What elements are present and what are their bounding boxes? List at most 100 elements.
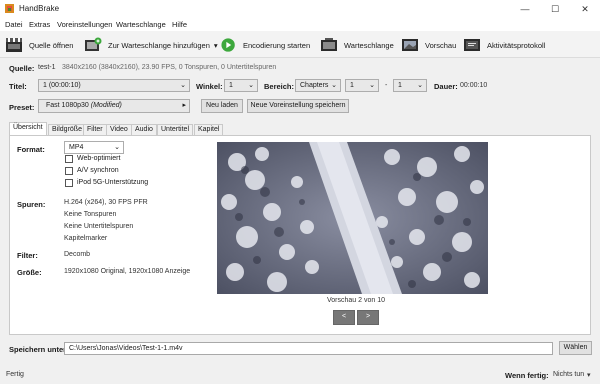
source-details: 3840x2160 (3840x2160), 23.90 FPS, 0 Tons… [62, 64, 277, 71]
angle-select-value: 1 [229, 82, 233, 89]
menu-voreinstellungen[interactable]: Voreinstellungen [57, 20, 112, 29]
preview-image [217, 142, 488, 294]
format-select[interactable]: MP4 ⌄ [64, 141, 124, 154]
title-select-value: 1 (00:00:10) [43, 82, 81, 89]
status-text: Fertig [6, 371, 24, 378]
range-end-select[interactable]: 1 ⌄ [393, 79, 427, 92]
preview-button[interactable]: Vorschau [401, 35, 456, 55]
track-subtitles: Keine Untertitelspuren [64, 223, 134, 230]
handbrake-logo-icon [4, 3, 15, 14]
add-to-queue-button[interactable]: Zur Warteschlange hinzufügen ▾ [84, 35, 218, 55]
add-queue-dropdown-icon[interactable]: ▾ [214, 41, 218, 50]
menu-warteschlange[interactable]: Warteschlange [116, 20, 166, 29]
queue-button[interactable]: Warteschlange [320, 35, 394, 55]
destination-path-input[interactable]: C:\Users\Jonas\Videos\Test-1-1.m4v [64, 342, 553, 355]
track-audio: Keine Tonspuren [64, 211, 117, 218]
tab-audio[interactable]: Audio [131, 124, 157, 135]
title-label: Titel: [9, 82, 27, 91]
preview-label: Vorschau [425, 40, 457, 50]
duration-label: Dauer: [434, 82, 458, 91]
menu-datei[interactable]: Datei [5, 20, 23, 29]
chevron-right-icon: ▸ [182, 102, 186, 109]
filter-label: Filter: [17, 251, 38, 260]
preview-caption: Vorschau 2 von 10 [327, 297, 385, 304]
save-as-label: Speichern unter: [9, 345, 69, 354]
range-start-value: 1 [350, 82, 354, 89]
status-bar: Fertig Wenn fertig: Nichts tun ▾ [0, 366, 600, 384]
menu-bar: Datei Extras Voreinstellungen Warteschla… [0, 18, 600, 31]
menu-extras[interactable]: Extras [29, 20, 50, 29]
browse-button[interactable]: Wählen [559, 341, 592, 355]
duration-value: 00:00:10 [460, 82, 488, 89]
start-encode-button[interactable]: Encodierung starten [221, 35, 310, 55]
queue-icon [321, 38, 337, 51]
ipod-support-label: iPod 5G-Unterstützung [77, 179, 149, 186]
close-button[interactable]: ✕ [570, 0, 600, 18]
range-type-value: Chapters [300, 82, 329, 89]
reload-preset-button[interactable]: Neu laden [201, 99, 243, 113]
angle-select[interactable]: 1 ⌄ [224, 79, 258, 92]
range-start-select[interactable]: 1 ⌄ [345, 79, 379, 92]
activity-log-label: Aktivitätsprotokoll [487, 40, 546, 50]
add-to-queue-label: Zur Warteschlange hinzufügen [108, 40, 210, 50]
title-select[interactable]: 1 (00:00:10) ⌄ [38, 79, 190, 92]
web-optimized-label: Web-optimiert [77, 155, 121, 162]
range-end-value: 1 [398, 82, 402, 89]
range-label: Bereich: [264, 82, 295, 91]
save-new-preset-button[interactable]: Neue Voreinstellung speichern [247, 99, 349, 113]
tab-filters[interactable]: Filter [83, 124, 107, 135]
open-source-label: Quelle öffnen [29, 40, 74, 50]
maximize-button[interactable]: ☐ [540, 0, 570, 18]
tab-chapters[interactable]: Kapitel [194, 124, 224, 135]
chevron-down-icon: ⌄ [331, 82, 337, 89]
when-done-value[interactable]: Nichts tun [553, 371, 584, 378]
play-icon [221, 38, 235, 52]
tab-summary[interactable]: Übersicht [9, 122, 47, 136]
preset-selector[interactable]: Fast 1080p30 (Modified) ▸ [38, 99, 190, 113]
range-separator: - [385, 82, 388, 89]
size-value: 1920x1080 Original, 1920x1080 Anzeige [64, 268, 191, 275]
tab-video[interactable]: Video [106, 124, 132, 135]
tracks-label: Spuren: [17, 200, 46, 209]
preset-modified: (Modified) [90, 102, 122, 109]
toolbar: Quelle öffnen Zur Warteschlange hinzufüg… [0, 31, 600, 58]
previous-preview-button[interactable]: < [333, 310, 355, 325]
next-preview-button[interactable]: > [357, 310, 379, 325]
range-type-select[interactable]: Chapters ⌄ [295, 79, 341, 92]
preview-icon [402, 39, 418, 51]
size-label: Größe: [17, 268, 42, 277]
angle-label: Winkel: [196, 82, 223, 91]
window-title: HandBrake [19, 4, 60, 13]
activity-log-button[interactable]: Aktivitätsprotokoll [463, 35, 545, 55]
chevron-down-icon: ⌄ [369, 82, 375, 89]
track-chapters: Kapitelmarker [64, 235, 108, 242]
chevron-down-icon: ⌄ [114, 144, 120, 151]
title-bar: HandBrake — ☐ ✕ [0, 0, 600, 18]
menu-hilfe[interactable]: Hilfe [172, 20, 187, 29]
source-label: Quelle: [9, 64, 35, 73]
add-queue-icon [85, 37, 102, 51]
chevron-down-icon: ⌄ [417, 82, 423, 89]
web-optimized-checkbox[interactable] [65, 155, 73, 163]
open-source-button[interactable]: Quelle öffnen [5, 35, 73, 55]
tab-dimensions[interactable]: Bildgröße [48, 124, 86, 135]
start-encode-label: Encodierung starten [243, 40, 311, 50]
film-clapper-icon [6, 38, 22, 52]
source-name: test-1 [38, 64, 56, 71]
track-video: H.264 (x264), 30 FPS PFR [64, 199, 148, 206]
filter-value: Decomb [64, 251, 91, 258]
chevron-down-icon: ⌄ [180, 82, 186, 89]
ipod-support-checkbox[interactable] [65, 179, 73, 187]
format-label: Format: [17, 145, 45, 154]
preset-name: Fast 1080p30 [46, 102, 89, 109]
minimize-button[interactable]: — [510, 0, 540, 18]
av-sync-label: A/V synchron [77, 167, 119, 174]
when-done-dropdown-icon[interactable]: ▾ [587, 371, 591, 379]
when-done-label: Wenn fertig: [505, 371, 549, 380]
preset-label: Preset: [9, 103, 35, 112]
tab-subtitles[interactable]: Untertitel [157, 124, 194, 135]
av-sync-checkbox[interactable] [65, 167, 73, 175]
chevron-down-icon: ⌄ [248, 82, 254, 89]
activity-log-icon [464, 39, 480, 51]
format-value: MP4 [69, 144, 84, 151]
